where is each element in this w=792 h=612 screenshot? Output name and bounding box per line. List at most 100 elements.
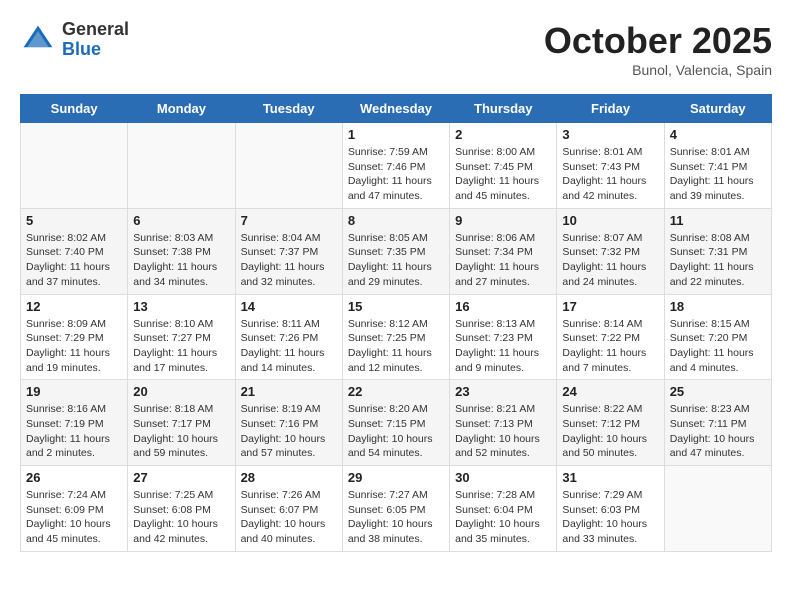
day-info: Sunrise: 8:21 AM Sunset: 7:13 PM Dayligh… bbox=[455, 402, 551, 461]
day-info: Sunrise: 8:01 AM Sunset: 7:43 PM Dayligh… bbox=[562, 145, 658, 204]
day-number: 6 bbox=[133, 213, 229, 228]
calendar-week-row: 19 Sunrise: 8:16 AM Sunset: 7:19 PM Dayli… bbox=[21, 380, 772, 466]
logo-blue-text: Blue bbox=[62, 40, 129, 60]
day-number: 28 bbox=[241, 470, 337, 485]
calendar-day-cell: 26 Sunrise: 7:24 AM Sunset: 6:09 PM Dayli… bbox=[21, 466, 128, 552]
weekday-header-friday: Friday bbox=[557, 95, 664, 123]
day-number: 22 bbox=[348, 384, 444, 399]
day-info: Sunrise: 8:18 AM Sunset: 7:17 PM Dayligh… bbox=[133, 402, 229, 461]
weekday-header-row: SundayMondayTuesdayWednesdayThursdayFrid… bbox=[21, 95, 772, 123]
day-info: Sunrise: 8:22 AM Sunset: 7:12 PM Dayligh… bbox=[562, 402, 658, 461]
calendar-day-cell: 21 Sunrise: 8:19 AM Sunset: 7:16 PM Dayli… bbox=[235, 380, 342, 466]
day-info: Sunrise: 8:05 AM Sunset: 7:35 PM Dayligh… bbox=[348, 231, 444, 290]
calendar-day-cell: 28Sunrise: 7:26 AM Sunset: 6:07 PM Dayli… bbox=[235, 466, 342, 552]
day-info: Sunrise: 7:28 AM Sunset: 6:04 PM Dayligh… bbox=[455, 488, 551, 547]
logo: General Blue bbox=[20, 20, 129, 60]
calendar-day-cell: 31 Sunrise: 7:29 AM Sunset: 6:03 PM Dayli… bbox=[557, 466, 664, 552]
calendar-day-cell: 10 Sunrise: 8:07 AM Sunset: 7:32 PM Dayli… bbox=[557, 208, 664, 294]
calendar-day-cell bbox=[235, 123, 342, 209]
calendar-day-cell: 19 Sunrise: 8:16 AM Sunset: 7:19 PM Dayli… bbox=[21, 380, 128, 466]
day-number: 10 bbox=[562, 213, 658, 228]
calendar-day-cell: 3 Sunrise: 8:01 AM Sunset: 7:43 PM Daylig… bbox=[557, 123, 664, 209]
day-info: Sunrise: 8:16 AM Sunset: 7:19 PM Dayligh… bbox=[26, 402, 122, 461]
day-number: 4 bbox=[670, 127, 766, 142]
day-info: Sunrise: 8:07 AM Sunset: 7:32 PM Dayligh… bbox=[562, 231, 658, 290]
weekday-header-thursday: Thursday bbox=[450, 95, 557, 123]
day-info: Sunrise: 8:13 AM Sunset: 7:23 PM Dayligh… bbox=[455, 317, 551, 376]
calendar-day-cell bbox=[128, 123, 235, 209]
calendar-week-row: 12Sunrise: 8:09 AM Sunset: 7:29 PM Dayli… bbox=[21, 294, 772, 380]
day-number: 31 bbox=[562, 470, 658, 485]
month-title: October 2025 bbox=[544, 20, 772, 62]
calendar-day-cell: 17Sunrise: 8:14 AM Sunset: 7:22 PM Dayli… bbox=[557, 294, 664, 380]
calendar-day-cell: 9 Sunrise: 8:06 AM Sunset: 7:34 PM Daylig… bbox=[450, 208, 557, 294]
day-info: Sunrise: 8:01 AM Sunset: 7:41 PM Dayligh… bbox=[670, 145, 766, 204]
day-info: Sunrise: 8:19 AM Sunset: 7:16 PM Dayligh… bbox=[241, 402, 337, 461]
calendar-day-cell: 20 Sunrise: 8:18 AM Sunset: 7:17 PM Dayli… bbox=[128, 380, 235, 466]
day-number: 3 bbox=[562, 127, 658, 142]
day-number: 26 bbox=[26, 470, 122, 485]
day-number: 23 bbox=[455, 384, 551, 399]
day-number: 1 bbox=[348, 127, 444, 142]
day-number: 27 bbox=[133, 470, 229, 485]
day-info: Sunrise: 7:27 AM Sunset: 6:05 PM Dayligh… bbox=[348, 488, 444, 547]
calendar-day-cell: 25Sunrise: 8:23 AM Sunset: 7:11 PM Dayli… bbox=[664, 380, 771, 466]
weekday-header-tuesday: Tuesday bbox=[235, 95, 342, 123]
day-number: 16 bbox=[455, 299, 551, 314]
page-header: General Blue October 2025 Bunol, Valenci… bbox=[20, 20, 772, 78]
day-info: Sunrise: 7:29 AM Sunset: 6:03 PM Dayligh… bbox=[562, 488, 658, 547]
day-info: Sunrise: 7:25 AM Sunset: 6:08 PM Dayligh… bbox=[133, 488, 229, 547]
calendar-day-cell bbox=[21, 123, 128, 209]
day-number: 18 bbox=[670, 299, 766, 314]
calendar-day-cell: 14 Sunrise: 8:11 AM Sunset: 7:26 PM Dayli… bbox=[235, 294, 342, 380]
calendar-day-cell: 8 Sunrise: 8:05 AM Sunset: 7:35 PM Daylig… bbox=[342, 208, 449, 294]
day-number: 20 bbox=[133, 384, 229, 399]
day-info: Sunrise: 8:00 AM Sunset: 7:45 PM Dayligh… bbox=[455, 145, 551, 204]
calendar-day-cell: 1 Sunrise: 7:59 AM Sunset: 7:46 PM Daylig… bbox=[342, 123, 449, 209]
day-info: Sunrise: 8:03 AM Sunset: 7:38 PM Dayligh… bbox=[133, 231, 229, 290]
day-info: Sunrise: 8:11 AM Sunset: 7:26 PM Dayligh… bbox=[241, 317, 337, 376]
day-number: 19 bbox=[26, 384, 122, 399]
calendar-day-cell: 27 Sunrise: 7:25 AM Sunset: 6:08 PM Dayli… bbox=[128, 466, 235, 552]
day-number: 12 bbox=[26, 299, 122, 314]
day-number: 17 bbox=[562, 299, 658, 314]
calendar-week-row: 1 Sunrise: 7:59 AM Sunset: 7:46 PM Daylig… bbox=[21, 123, 772, 209]
logo-text: General Blue bbox=[62, 20, 129, 60]
calendar-week-row: 26 Sunrise: 7:24 AM Sunset: 6:09 PM Dayli… bbox=[21, 466, 772, 552]
calendar-table: SundayMondayTuesdayWednesdayThursdayFrid… bbox=[20, 94, 772, 552]
calendar-day-cell: 6 Sunrise: 8:03 AM Sunset: 7:38 PM Daylig… bbox=[128, 208, 235, 294]
location-subtitle: Bunol, Valencia, Spain bbox=[544, 62, 772, 78]
day-number: 15 bbox=[348, 299, 444, 314]
day-info: Sunrise: 8:06 AM Sunset: 7:34 PM Dayligh… bbox=[455, 231, 551, 290]
day-info: Sunrise: 8:08 AM Sunset: 7:31 PM Dayligh… bbox=[670, 231, 766, 290]
logo-icon bbox=[20, 22, 56, 58]
day-number: 7 bbox=[241, 213, 337, 228]
day-number: 14 bbox=[241, 299, 337, 314]
calendar-day-cell: 24Sunrise: 8:22 AM Sunset: 7:12 PM Dayli… bbox=[557, 380, 664, 466]
calendar-day-cell: 18Sunrise: 8:15 AM Sunset: 7:20 PM Dayli… bbox=[664, 294, 771, 380]
day-info: Sunrise: 8:04 AM Sunset: 7:37 PM Dayligh… bbox=[241, 231, 337, 290]
day-info: Sunrise: 8:20 AM Sunset: 7:15 PM Dayligh… bbox=[348, 402, 444, 461]
calendar-day-cell: 16 Sunrise: 8:13 AM Sunset: 7:23 PM Dayli… bbox=[450, 294, 557, 380]
calendar-day-cell: 5Sunrise: 8:02 AM Sunset: 7:40 PM Daylig… bbox=[21, 208, 128, 294]
calendar-day-cell: 2 Sunrise: 8:00 AM Sunset: 7:45 PM Daylig… bbox=[450, 123, 557, 209]
weekday-header-monday: Monday bbox=[128, 95, 235, 123]
day-info: Sunrise: 7:59 AM Sunset: 7:46 PM Dayligh… bbox=[348, 145, 444, 204]
day-number: 2 bbox=[455, 127, 551, 142]
day-number: 11 bbox=[670, 213, 766, 228]
weekday-header-sunday: Sunday bbox=[21, 95, 128, 123]
calendar-week-row: 5Sunrise: 8:02 AM Sunset: 7:40 PM Daylig… bbox=[21, 208, 772, 294]
day-info: Sunrise: 8:12 AM Sunset: 7:25 PM Dayligh… bbox=[348, 317, 444, 376]
day-info: Sunrise: 7:24 AM Sunset: 6:09 PM Dayligh… bbox=[26, 488, 122, 547]
day-number: 29 bbox=[348, 470, 444, 485]
day-number: 9 bbox=[455, 213, 551, 228]
day-info: Sunrise: 8:02 AM Sunset: 7:40 PM Dayligh… bbox=[26, 231, 122, 290]
calendar-day-cell: 11 Sunrise: 8:08 AM Sunset: 7:31 PM Dayli… bbox=[664, 208, 771, 294]
calendar-day-cell: 22 Sunrise: 8:20 AM Sunset: 7:15 PM Dayli… bbox=[342, 380, 449, 466]
calendar-day-cell: 30Sunrise: 7:28 AM Sunset: 6:04 PM Dayli… bbox=[450, 466, 557, 552]
day-number: 21 bbox=[241, 384, 337, 399]
day-number: 25 bbox=[670, 384, 766, 399]
calendar-day-cell: 15 Sunrise: 8:12 AM Sunset: 7:25 PM Dayli… bbox=[342, 294, 449, 380]
day-number: 8 bbox=[348, 213, 444, 228]
calendar-day-cell bbox=[664, 466, 771, 552]
